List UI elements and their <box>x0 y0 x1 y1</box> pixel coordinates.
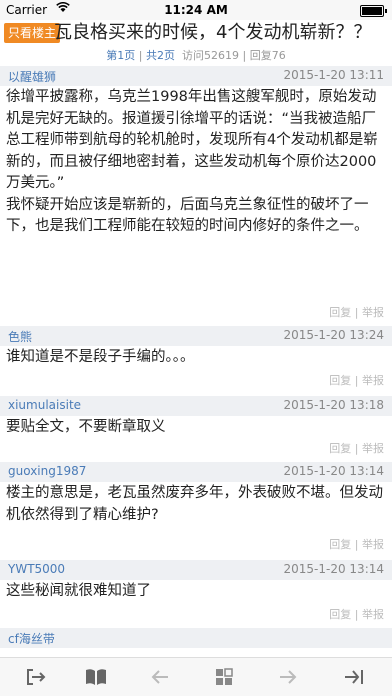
report-button[interactable]: 举报 <box>362 374 384 387</box>
meta-separator: | <box>135 49 146 62</box>
page-total-link[interactable]: 共2页 <box>146 49 175 62</box>
thread-meta: 第1页 | 共2页 访问52619 | 回复76 <box>0 47 392 63</box>
post-content: 这些秘闻就很难知道了 <box>6 583 151 599</box>
report-button[interactable]: 举报 <box>362 538 384 551</box>
reply-button[interactable]: 回复 <box>329 374 351 387</box>
reply-button[interactable]: 回复 <box>329 608 351 621</box>
next-page-icon[interactable] <box>260 658 316 696</box>
meta-separator: | <box>239 49 250 62</box>
post-item: guoxing1987 2015-1-20 13:14 楼主的意思是，老瓦虽然废… <box>0 462 392 552</box>
post-header: 以醒雄狮 2015-1-20 13:11 <box>0 66 392 86</box>
reply-button[interactable]: 回复 <box>329 538 351 551</box>
thread-title-row: 只看楼主 瓦良格买来的时候，4个发动机崭新？？ <box>0 20 392 46</box>
post-actions: 回复 | 举报 <box>329 606 384 622</box>
post-time: 2015-1-20 13:14 <box>283 464 385 478</box>
post-author[interactable]: guoxing1987 <box>8 464 86 478</box>
post-author[interactable]: xiumulaisite <box>8 398 81 412</box>
reply-button[interactable]: 回复 <box>329 306 351 319</box>
action-separator: | <box>351 374 362 387</box>
status-bar: Carrier 11:24 AM <box>0 0 392 20</box>
post-content: 楼主的意思是，老瓦虽然废弃多年，外表破败不堪。但发动机依然得到了精心维护? <box>6 485 383 523</box>
action-separator: | <box>351 442 362 455</box>
post-time: 2015-1-20 13:24 <box>283 328 385 342</box>
report-button[interactable]: 举报 <box>362 608 384 621</box>
battery-icon <box>360 5 387 17</box>
post-item: 色熊 2015-1-20 13:24 谁知道是不是段子手编的。。。 回复 | 举… <box>0 326 392 396</box>
post-actions: 回复 | 举报 <box>329 536 384 552</box>
report-button[interactable]: 举报 <box>362 442 384 455</box>
post-item: 以醒雄狮 2015-1-20 13:11 徐增平披露称，乌克兰1998年出售这艘… <box>0 66 392 320</box>
post-item: YWT5000 2015-1-20 13:14 这些秘闻就很难知道了 回复 | … <box>0 560 392 622</box>
post-content: 要贴全文，不要断章取义 <box>6 419 166 435</box>
only-op-button[interactable]: 只看楼主 <box>4 23 61 43</box>
post-actions: 回复 | 举报 <box>329 372 384 388</box>
action-separator: | <box>351 538 362 551</box>
post-header: cf海丝带 <box>0 628 392 648</box>
post-header: xiumulaisite 2015-1-20 13:18 <box>0 396 392 416</box>
back-to-list-icon[interactable] <box>8 658 64 696</box>
post-header: YWT5000 2015-1-20 13:14 <box>0 560 392 580</box>
last-page-icon[interactable] <box>326 658 382 696</box>
post-author[interactable]: YWT5000 <box>8 562 65 576</box>
page-current-link[interactable]: 第1页 <box>106 49 135 62</box>
post-author[interactable]: 色熊 <box>8 328 32 345</box>
post-time: 2015-1-20 13:11 <box>283 68 385 82</box>
book-icon[interactable] <box>68 658 124 696</box>
post-header: guoxing1987 2015-1-20 13:14 <box>0 462 392 482</box>
thread-title: 瓦良格买来的时候，4个发动机崭新？？ <box>54 22 372 43</box>
post-author[interactable]: cf海丝带 <box>8 630 55 647</box>
view-count: 访问52619 <box>182 49 239 62</box>
status-time: 11:24 AM <box>164 3 228 17</box>
post-time: 2015-1-20 13:14 <box>283 562 385 576</box>
report-button[interactable]: 举报 <box>362 306 384 319</box>
action-separator: | <box>351 306 362 319</box>
reply-button[interactable]: 回复 <box>329 442 351 455</box>
post-content: 谁知道是不是段子手编的。。。 <box>6 349 195 365</box>
post-actions: 回复 | 举报 <box>329 440 384 456</box>
post-actions: 回复 | 举报 <box>329 304 384 320</box>
post-header: 色熊 2015-1-20 13:24 <box>0 326 392 346</box>
post-author[interactable]: 以醒雄狮 <box>8 68 56 85</box>
prev-page-icon[interactable] <box>132 658 188 696</box>
reply-count: 回复76 <box>249 49 286 62</box>
post-item: cf海丝带 <box>0 628 392 658</box>
page-grid-icon[interactable] <box>196 658 252 696</box>
post-time: 2015-1-20 13:18 <box>283 398 385 412</box>
bottom-toolbar <box>0 657 392 696</box>
post-item: xiumulaisite 2015-1-20 13:18 要贴全文，不要断章取义… <box>0 396 392 458</box>
action-separator: | <box>351 608 362 621</box>
post-content: 徐增平披露称，乌克兰1998年出售这艘军舰时，原始发动机是完好无缺的。报道援引徐… <box>6 89 378 234</box>
